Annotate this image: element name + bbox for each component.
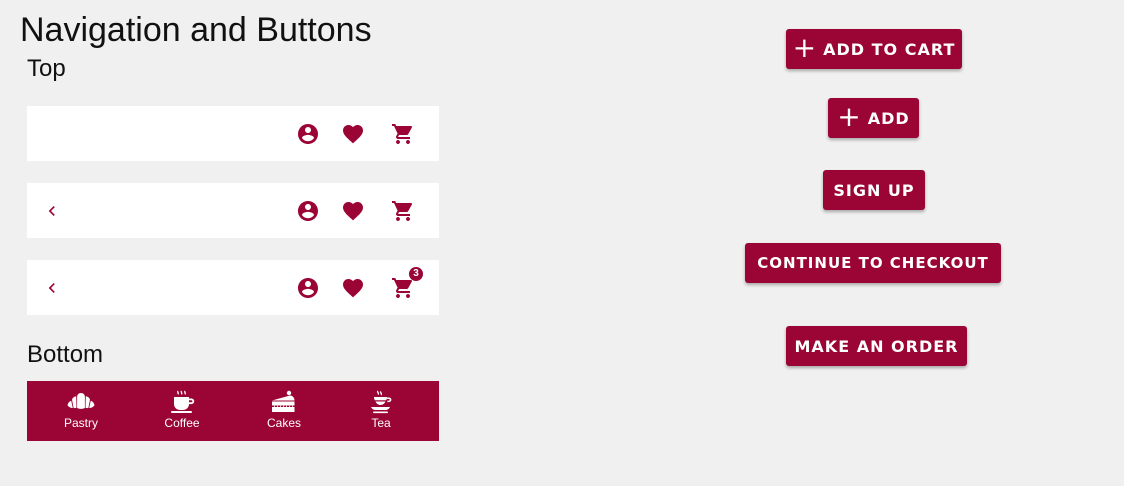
account-circle-icon[interactable] xyxy=(296,276,320,300)
cart-count-badge: 3 xyxy=(409,266,423,281)
nav-label: Tea xyxy=(371,416,391,430)
top-app-bar-2 xyxy=(27,183,439,238)
nav-label: Coffee xyxy=(164,416,200,430)
add-button[interactable]: + ADD xyxy=(828,98,919,138)
shopping-cart-icon[interactable]: 3 xyxy=(391,266,423,300)
page-title: Navigation and Buttons xyxy=(20,11,372,49)
sign-up-button[interactable]: SIGN UP xyxy=(823,170,925,210)
make-an-order-button[interactable]: MAKE AN ORDER xyxy=(786,326,967,366)
top-app-bar-1 xyxy=(27,106,439,161)
heart-icon[interactable] xyxy=(341,276,365,300)
nav-item-pastry[interactable]: Pastry xyxy=(41,381,121,441)
nav-item-tea[interactable]: Tea xyxy=(341,381,421,441)
add-to-cart-button[interactable]: + ADD TO CART xyxy=(786,29,962,69)
plus-icon: + xyxy=(837,99,862,133)
shopping-cart-icon[interactable] xyxy=(391,122,415,146)
nav-item-coffee[interactable]: Coffee xyxy=(142,381,222,441)
top-app-bar-3: 3 xyxy=(27,260,439,315)
coffee-cup-icon xyxy=(167,390,197,414)
heart-icon[interactable] xyxy=(341,122,365,146)
account-circle-icon[interactable] xyxy=(296,199,320,223)
account-circle-icon[interactable] xyxy=(296,122,320,146)
shopping-cart-icon[interactable] xyxy=(391,199,415,223)
nav-label: Pastry xyxy=(63,416,98,430)
add-to-cart-label: ADD TO CART xyxy=(823,39,956,59)
nav-item-cakes[interactable]: Cakes xyxy=(244,381,324,441)
plus-icon: + xyxy=(792,30,818,64)
tea-cup-icon xyxy=(366,390,396,414)
chevron-left-icon[interactable] xyxy=(42,201,62,221)
add-label: ADD xyxy=(867,108,910,128)
bottom-navigation: Pastry Coffee Cakes Tea xyxy=(27,381,439,441)
section-label-bottom: Bottom xyxy=(27,341,104,368)
heart-icon[interactable] xyxy=(341,199,365,223)
chevron-left-icon[interactable] xyxy=(42,278,62,298)
nav-label: Cakes xyxy=(266,416,301,430)
continue-to-checkout-button[interactable]: CONTINUE TO CHECKOUT xyxy=(745,243,1001,283)
section-label-top: Top xyxy=(27,55,66,82)
croissant-icon xyxy=(66,390,96,414)
cake-slice-icon xyxy=(269,390,299,414)
